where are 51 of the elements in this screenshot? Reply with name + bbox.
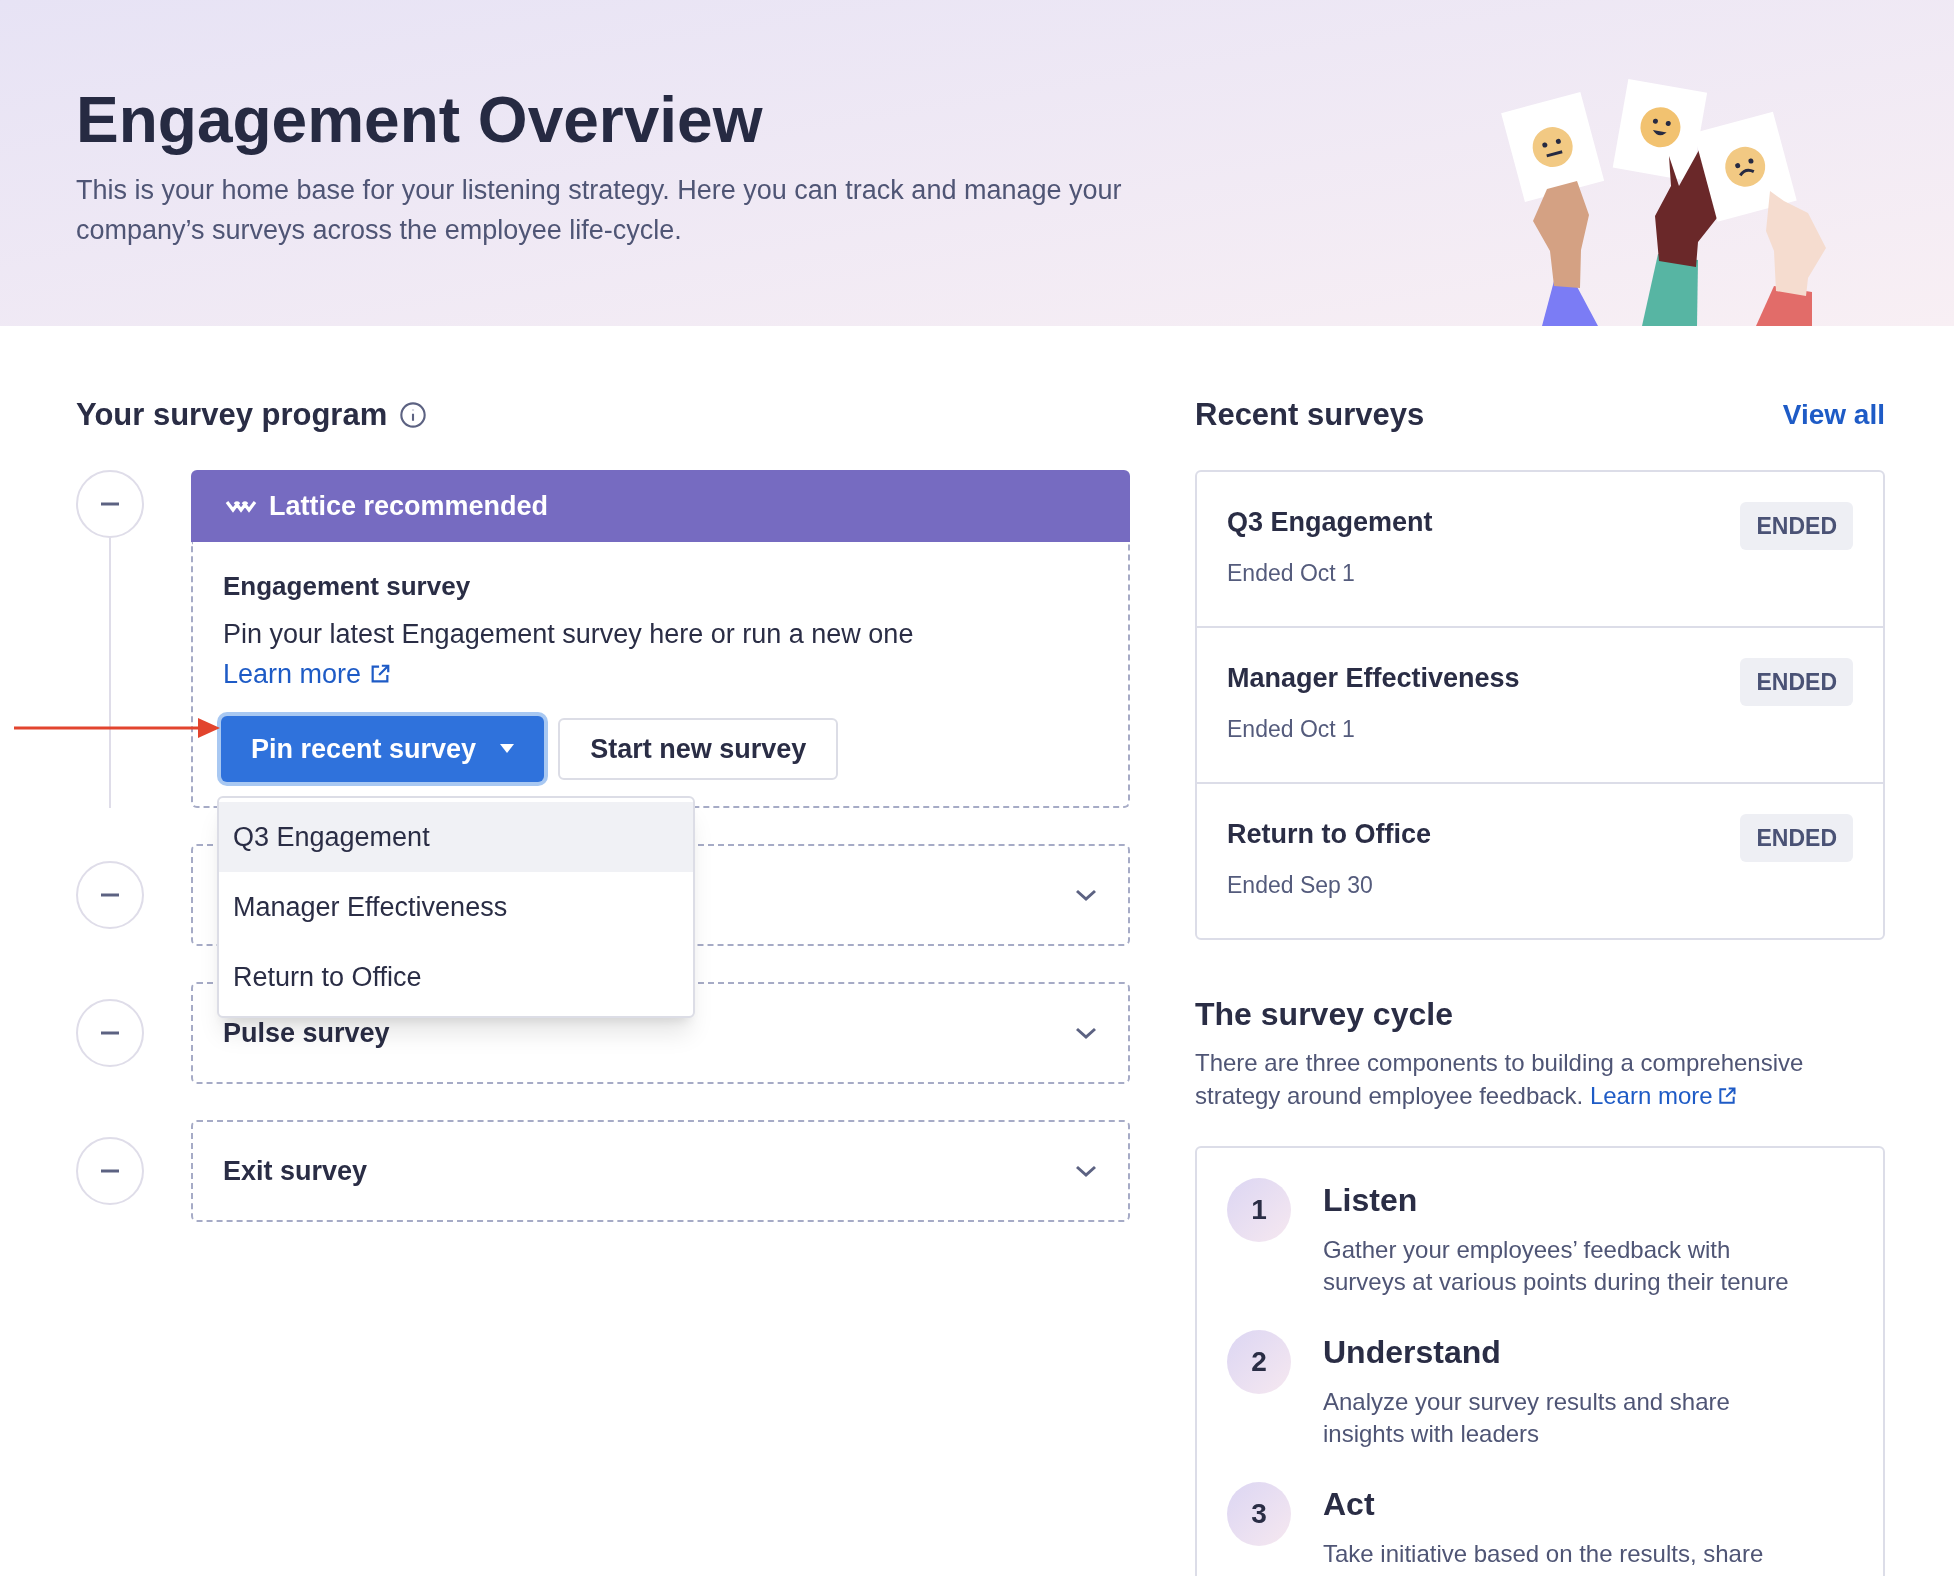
chevron-down-icon[interactable]: [1074, 1026, 1098, 1040]
learn-more-link[interactable]: Learn more: [223, 654, 392, 694]
step-description: Gather your employees’ feedback with surveys at various points during their tenure: [1323, 1235, 1790, 1297]
survey-card[interactable]: Manager Effectiveness Ended Oct 1 ENDED: [1195, 626, 1885, 784]
start-survey-button[interactable]: Start new survey: [558, 718, 839, 780]
section-title: Recent surveys: [1195, 395, 1425, 434]
menu-item[interactable]: Return to Office: [219, 942, 693, 1012]
external-link-icon: [369, 663, 392, 685]
step-title: Act: [1323, 1485, 1376, 1524]
chevron-down-icon[interactable]: [1074, 888, 1098, 902]
section-title: Your survey program: [76, 395, 388, 434]
survey-name: Return to Office: [1227, 818, 1431, 851]
survey-date: Ended Oct 1: [1227, 559, 1356, 588]
learn-more-link[interactable]: Learn more: [1589, 1082, 1737, 1109]
step-title: Listen: [1323, 1181, 1419, 1220]
section-title: The survey cycle: [1195, 995, 1454, 1034]
menu-item[interactable]: Manager Effectiveness: [219, 872, 693, 942]
minus-icon: [100, 1169, 120, 1173]
minus-icon: [100, 1031, 120, 1035]
status-badge: ENDED: [1740, 502, 1853, 550]
minus-icon: [100, 893, 120, 897]
card-title: Engagement survey: [223, 570, 472, 603]
survey-card[interactable]: Q3 Engagement Ended Oct 1 ENDED: [1195, 470, 1885, 628]
card-description: Pin your latest Engagement survey here or run a new one: [223, 618, 915, 651]
survey-stage-card[interactable]: Exit survey: [191, 1120, 1130, 1222]
stage-title: Exit survey: [223, 1154, 368, 1188]
step-description: Take initiative based on the results, share: [1323, 1539, 1765, 1569]
chevron-down-icon[interactable]: [1074, 1164, 1098, 1178]
minus-icon: [100, 502, 120, 506]
view-all-link[interactable]: View all: [1782, 394, 1885, 436]
step-number: 2: [1227, 1330, 1291, 1394]
survey-date: Ended Sep 30: [1227, 871, 1374, 900]
survey-name: Manager Effectiveness: [1227, 662, 1520, 695]
banner-label: Lattice recommended: [269, 489, 549, 523]
survey-date: Ended Oct 1: [1227, 715, 1356, 744]
status-badge: ENDED: [1740, 658, 1853, 706]
cycle-description: There are three components to building a comprehensive strategy around employee feedback. Learn more: [1195, 1048, 1805, 1111]
page-description: This is your home base for your listening strategy. Here you can track and manage your company’s surveys across the employee life-cycle.: [76, 174, 1123, 247]
survey-name: Q3 Engagement: [1227, 506, 1433, 539]
info-icon[interactable]: [399, 401, 428, 429]
status-badge: ENDED: [1740, 814, 1853, 862]
step-number: 3: [1227, 1482, 1291, 1546]
step-title: Understand: [1323, 1333, 1502, 1372]
menu-item[interactable]: Q3 Engagement: [219, 802, 693, 872]
stage-title: Pulse survey: [223, 1016, 390, 1050]
step-description: Analyze your survey results and share insights with leaders: [1323, 1387, 1731, 1449]
survey-card[interactable]: Return to Office Ended Sep 30 ENDED: [1195, 782, 1885, 940]
external-link-icon: [1716, 1086, 1737, 1106]
caret-icon: [500, 744, 515, 754]
page-title: Engagement Overview: [76, 83, 764, 158]
step-number: 1: [1227, 1178, 1291, 1242]
